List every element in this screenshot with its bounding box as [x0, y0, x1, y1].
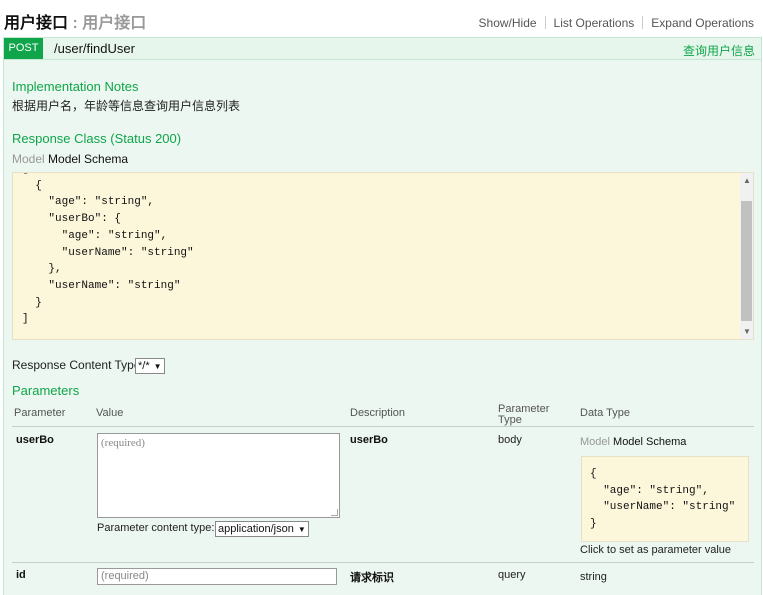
column-header-parameter-type: Parameter Type [498, 403, 550, 426]
response-content-type-label: Response Content Type [12, 358, 141, 372]
datatype-model-tabs: Model Model Schema [580, 436, 686, 448]
textarea-placeholder: (required) [101, 437, 145, 449]
resource-name[interactable]: 用户接口 [4, 15, 68, 32]
model-schema-tab[interactable]: Model Schema [48, 152, 128, 166]
scroll-down-arrow-icon[interactable]: ▼ [743, 327, 751, 336]
link-divider [544, 16, 546, 29]
operation-heading[interactable]: POST /user/findUser 查询用户信息 [3, 37, 762, 60]
scrollbar-thumb[interactable] [741, 201, 752, 321]
implementation-notes-heading: Implementation Notes [12, 79, 139, 94]
parameter-content-type-value: application/json [218, 523, 294, 535]
column-header-value: Value [96, 407, 124, 419]
resize-grip-icon[interactable] [331, 509, 338, 516]
model-tab[interactable]: Model [12, 152, 45, 166]
response-class-heading: Response Class (Status 200) [12, 131, 182, 146]
resource-header: 用户接口 : 用户接口 Show/Hide List Operations Expa… [0, 0, 763, 36]
param-value-userbo-textarea[interactable]: (required) [97, 433, 340, 518]
click-to-set-hint: Click to set as parameter value [580, 544, 732, 556]
param-datatype-id: string [580, 571, 607, 583]
table-header-divider [12, 426, 754, 427]
scroll-up-arrow-icon[interactable]: ▲ [743, 176, 751, 185]
param-type-userbo: body [498, 434, 522, 446]
operation-path[interactable]: /user/findUser [54, 41, 135, 56]
chevron-down-icon: ▼ [153, 362, 162, 371]
model-schema-tab[interactable]: Model Schema [613, 436, 686, 448]
resource-title[interactable]: 用户接口 : 用户接口 [4, 9, 146, 33]
list-operations-link[interactable]: List Operations [554, 16, 635, 30]
show-hide-link[interactable]: Show/Hide [479, 16, 537, 30]
title-separator: : [72, 15, 78, 32]
parameter-content-type-label: Parameter content type: [97, 522, 215, 534]
param-description-id: 请求标识 [350, 572, 394, 584]
param-value-id-input[interactable]: (required) [97, 568, 337, 585]
http-method-badge[interactable]: POST [4, 38, 43, 59]
schema-scrollbar[interactable]: ▲ ▼ [740, 173, 753, 339]
chevron-down-icon: ▼ [297, 525, 306, 534]
link-divider [642, 16, 644, 29]
response-schema-box[interactable]: [ { "age": "string", "userBo": { "age": … [12, 172, 754, 340]
response-content-type-select[interactable]: */* ▼ [135, 358, 165, 374]
param-name-id: id [16, 569, 26, 581]
table-row-divider [12, 562, 754, 563]
param-type-id: query [498, 569, 526, 581]
datatype-schema-box[interactable]: { "age": "string", "userName": "string" … [581, 456, 749, 542]
column-header-description: Description [350, 407, 406, 419]
expand-operations-link[interactable]: Expand Operations [651, 16, 754, 30]
resource-links: Show/Hide List Operations Expand Operation… [479, 16, 754, 30]
param-name-userbo: userBo [16, 434, 54, 446]
parameters-heading: Parameters [12, 383, 80, 398]
operation-content: Implementation Notes 根据用户名，年龄等信息查询用户信息列表… [3, 60, 762, 595]
datatype-schema-json: { "age": "string", "userName": "string" … [590, 468, 736, 531]
resource-description: 用户接口 [82, 15, 147, 32]
model-tab[interactable]: Model [580, 436, 610, 448]
column-header-data-type: Data Type [580, 407, 630, 419]
column-header-parameter: Parameter [14, 407, 66, 419]
implementation-notes-text: 根据用户名，年龄等信息查询用户信息列表 [12, 99, 241, 113]
response-model-tabs: Model Model Schema [12, 152, 128, 166]
operation-summary[interactable]: 查询用户信息 [683, 42, 755, 59]
response-schema-json: [ { "age": "string", "userBo": { "age": … [22, 173, 194, 326]
response-content-type-value: */* [138, 360, 150, 372]
input-placeholder: (required) [101, 570, 149, 582]
param-description-userbo: userBo [350, 434, 388, 446]
parameter-content-type-select[interactable]: application/json ▼ [215, 521, 309, 537]
